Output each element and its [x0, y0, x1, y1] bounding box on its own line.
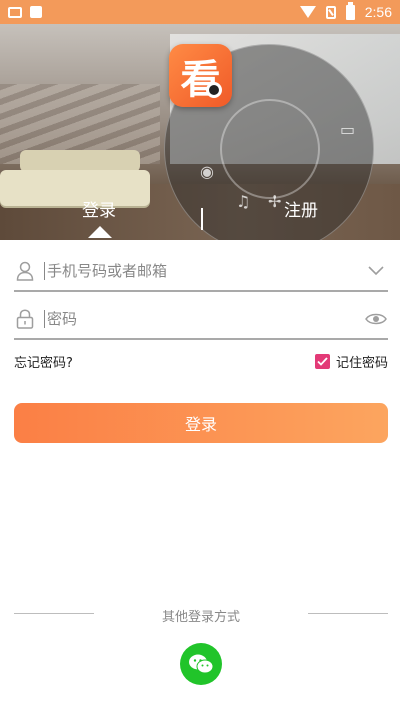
- hero-sofa-back: [20, 150, 140, 172]
- other-login-label: 其他登录方式: [161, 610, 240, 625]
- remember-password-toggle[interactable]: 记住密码: [314, 352, 388, 371]
- tab-login[interactable]: 登录: [82, 196, 116, 221]
- username-input[interactable]: [44, 262, 364, 280]
- wechat-icon: [189, 654, 214, 674]
- eye-icon[interactable]: [364, 312, 388, 326]
- remember-label: 记住密码: [335, 356, 388, 371]
- divider-right: [308, 613, 388, 614]
- no-sim-icon: [325, 5, 336, 19]
- tab-divider: [201, 208, 203, 230]
- device-icon: ▭: [340, 120, 356, 139]
- app-notification-icon: [30, 6, 42, 18]
- password-input[interactable]: [44, 310, 364, 328]
- active-tab-caret: [88, 226, 112, 238]
- status-bar: 2:56: [0, 0, 400, 24]
- tab-register[interactable]: 注册: [284, 196, 318, 221]
- smart-home-inner-ring: [220, 99, 320, 199]
- lock-icon: [14, 309, 36, 329]
- password-field: [14, 300, 388, 340]
- wifi-icon: [299, 6, 316, 18]
- auth-tabs: 登录 注册: [0, 196, 400, 240]
- user-icon: [14, 261, 36, 281]
- camera-small-icon: ◉: [200, 162, 214, 181]
- camera-lens-icon: [206, 82, 222, 98]
- other-login-section: 其他登录方式: [14, 604, 388, 625]
- battery-icon: [345, 1, 355, 20]
- username-field: [14, 252, 388, 292]
- status-time: 2:56: [364, 4, 392, 20]
- notification-icon: [8, 6, 22, 18]
- app-logo: 看: [169, 44, 232, 107]
- remember-checkbox[interactable]: [314, 354, 330, 369]
- login-button[interactable]: 登录: [14, 403, 388, 443]
- wechat-login-button[interactable]: [180, 643, 222, 685]
- forgot-password-link[interactable]: 忘记密码?: [14, 352, 73, 371]
- chevron-down-icon[interactable]: [364, 266, 388, 276]
- login-options: 忘记密码? 记住密码: [14, 352, 388, 372]
